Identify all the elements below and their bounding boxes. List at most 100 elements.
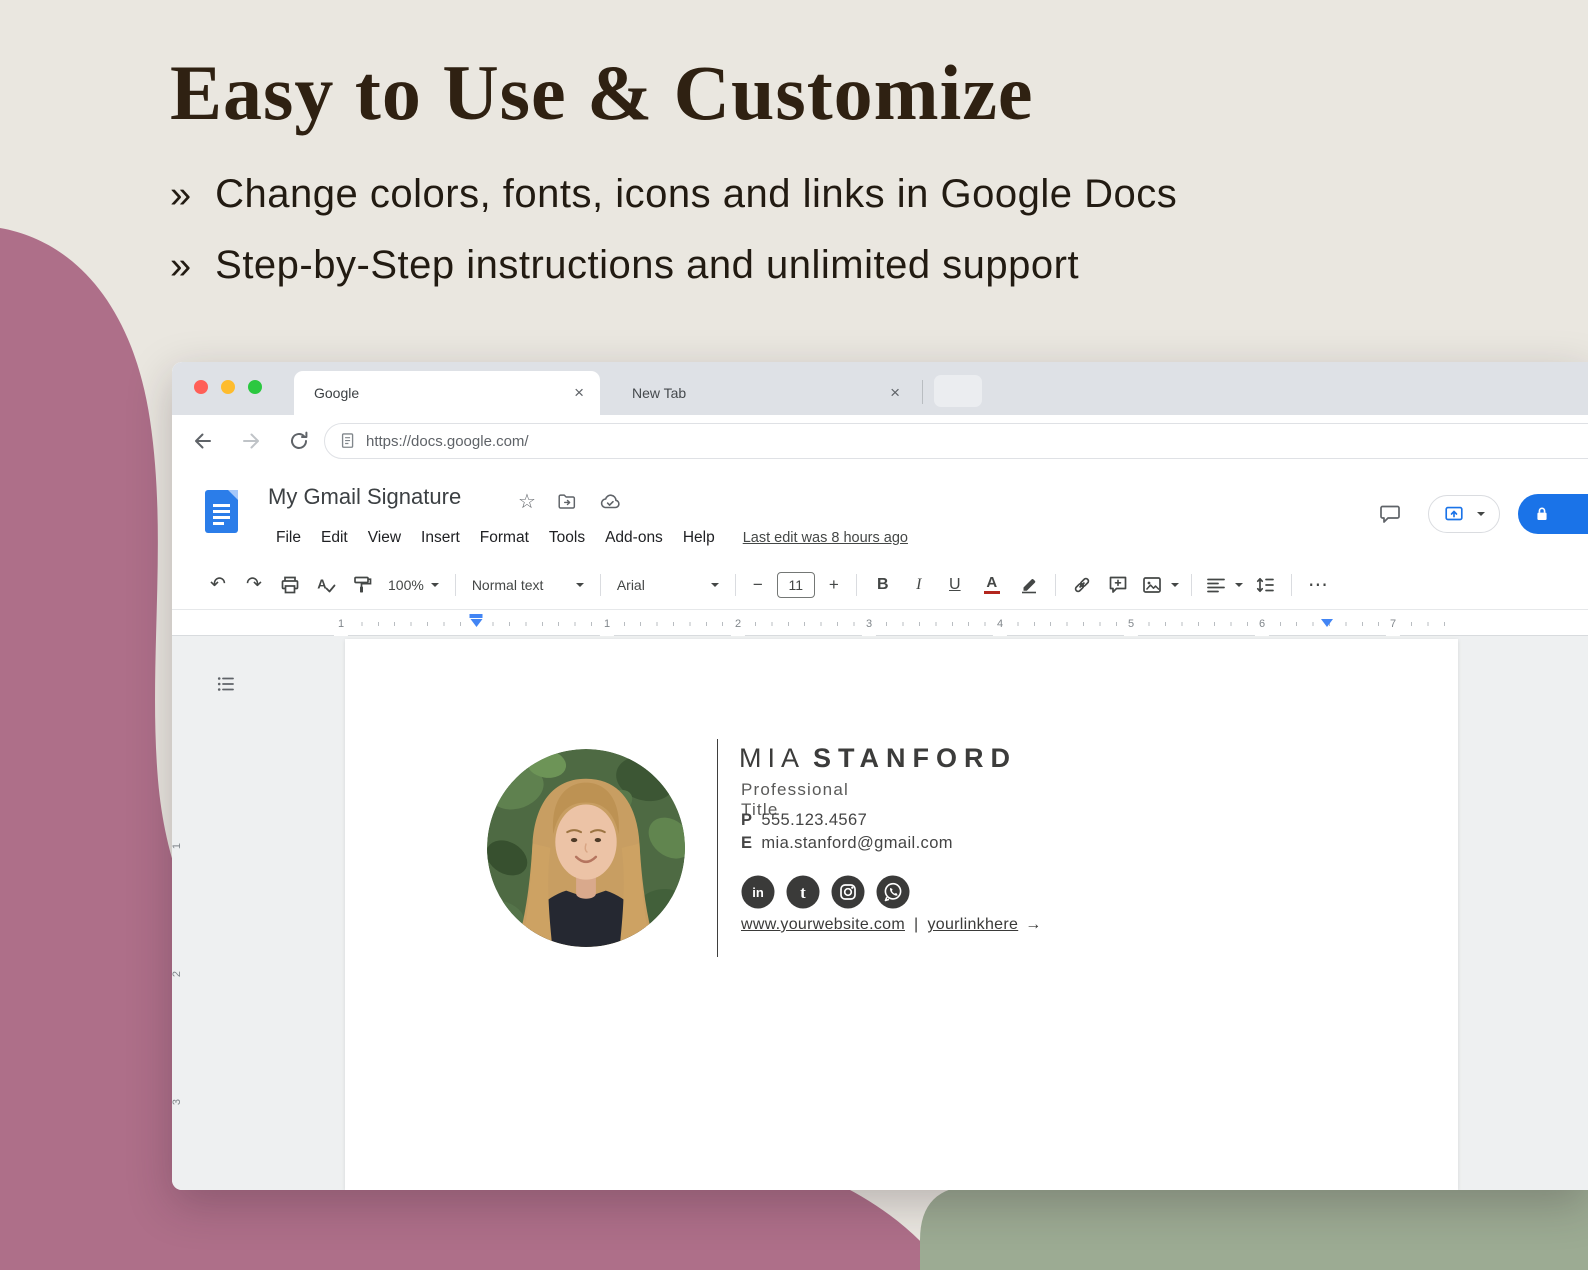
hero-bullet-text: Step-by-Step instructions and unlimited … [215,243,1079,288]
font-family-select[interactable]: Arial [609,567,727,603]
highlight-button[interactable] [1011,567,1047,603]
paragraph-style-select[interactable]: Normal text [464,567,592,603]
menu-edit[interactable]: Edit [311,526,358,550]
tab-close-icon[interactable]: × [890,383,900,403]
tab-label: Google [314,385,574,401]
text-color-button[interactable]: A [973,567,1011,603]
tab-google[interactable]: Google × [294,371,600,415]
tumblr-icon[interactable]: t [786,875,820,909]
hero-bullet-text: Change colors, fonts, icons and links in… [215,172,1177,217]
whatsapp-icon[interactable] [876,875,910,909]
align-left-icon [1204,573,1228,597]
document-page[interactable]: MIASTANFORD Professional Title P555.123.… [345,639,1458,1190]
your-link[interactable]: yourlinkhere [927,916,1018,933]
insert-image-button[interactable] [1136,567,1183,603]
bold-button[interactable]: B [865,567,901,603]
lock-icon [1531,503,1553,525]
website-link[interactable]: www.yourwebsite.com [741,916,905,933]
text-color-letter: A [986,575,997,590]
last-edit-link[interactable]: Last edit was 8 hours ago [743,530,908,546]
font-family-value: Arial [617,577,645,593]
print-button[interactable] [272,567,308,603]
menu-file[interactable]: File [266,526,311,550]
ruler-number: 6 [1255,611,1269,636]
docs-header: My Gmail Signature ☆ File Edit View Inse… [172,467,1588,560]
open-comments-button[interactable] [1370,494,1410,534]
text-color-bar [984,591,1000,595]
cloud-saved-icon[interactable] [598,490,622,514]
window-zoom-button[interactable] [248,380,262,394]
phone-number: 555.123.4567 [761,811,867,829]
menu-addons[interactable]: Add-ons [595,526,673,550]
menu-view[interactable]: View [358,526,411,550]
star-icon[interactable]: ☆ [518,489,536,514]
show-outline-button[interactable] [212,670,240,698]
increase-font-button[interactable]: + [820,567,848,603]
window-close-button[interactable] [194,380,208,394]
italic-button[interactable]: I [901,567,937,603]
signature-divider-line [717,739,718,957]
menu-insert[interactable]: Insert [411,526,470,550]
decrease-font-button[interactable]: − [744,567,772,603]
more-options-button[interactable]: ⋯ [1300,567,1336,603]
add-comment-button[interactable] [1100,567,1136,603]
line-spacing-button[interactable] [1247,567,1283,603]
address-bar[interactable]: https://docs.google.com/ [324,423,1588,459]
present-button[interactable] [1428,495,1500,533]
image-icon [1140,573,1164,597]
ruler-ticks [345,622,1459,626]
dropdown-caret-icon [711,583,719,587]
linkedin-icon[interactable]: in [741,875,775,909]
align-button[interactable] [1200,567,1247,603]
spellcheck-icon: A [314,573,338,597]
paint-format-button[interactable] [344,567,380,603]
zoom-select[interactable]: 100% [380,567,447,603]
email-label: E [741,834,752,852]
window-minimize-button[interactable] [221,380,235,394]
last-name: STANFORD [813,743,1017,773]
plus-icon: + [829,576,839,593]
paint-roller-icon [350,573,374,597]
tab-divider [922,380,923,404]
first-name: MIA [739,743,805,773]
dropdown-caret-icon [576,583,584,587]
horizontal-ruler[interactable]: 1 1 2 3 4 5 6 7 [172,611,1588,636]
ruler-number: 4 [993,611,1007,636]
tab-new-tab[interactable]: New Tab × [610,371,916,415]
reload-button[interactable] [286,428,312,454]
menu-help[interactable]: Help [673,526,725,550]
arrow-icon: → [1025,916,1041,933]
back-button[interactable] [190,428,216,454]
print-icon [278,573,302,597]
browser-navbar: https://docs.google.com/ [172,415,1588,467]
profile-photo-illustration [487,749,685,947]
spellcheck-button[interactable]: A [308,567,344,603]
document-title[interactable]: My Gmail Signature [268,484,461,510]
menu-tools[interactable]: Tools [539,526,595,550]
page-title: Easy to Use & Customize [170,48,1177,138]
svg-text:in: in [752,885,764,900]
undo-button[interactable]: ↶ [200,567,236,603]
redo-icon: ↷ [246,575,262,594]
move-folder-icon[interactable] [556,491,578,513]
url-text: https://docs.google.com/ [366,433,529,450]
hero-section: Easy to Use & Customize » Change colors,… [170,48,1177,288]
right-indent-marker[interactable] [1321,619,1333,627]
new-tab-button[interactable] [934,375,982,407]
dropdown-caret-icon [1235,583,1243,587]
google-docs-icon[interactable] [205,490,238,533]
underline-button[interactable]: U [937,567,973,603]
redo-button[interactable]: ↷ [236,567,272,603]
minus-icon: − [753,576,763,593]
line-spacing-icon [1253,573,1277,597]
browser-tab-strip: Google × New Tab × [172,362,1588,415]
font-size-input[interactable]: 11 [777,572,815,598]
share-button[interactable] [1518,494,1588,534]
instagram-icon[interactable] [831,875,865,909]
tab-close-icon[interactable]: × [574,383,584,403]
menu-format[interactable]: Format [470,526,539,550]
forward-button[interactable] [238,428,264,454]
insert-link-button[interactable] [1064,567,1100,603]
signature-links: www.yourwebsite.com|yourlinkhere→ [741,916,1042,934]
left-indent-marker[interactable] [470,614,483,627]
